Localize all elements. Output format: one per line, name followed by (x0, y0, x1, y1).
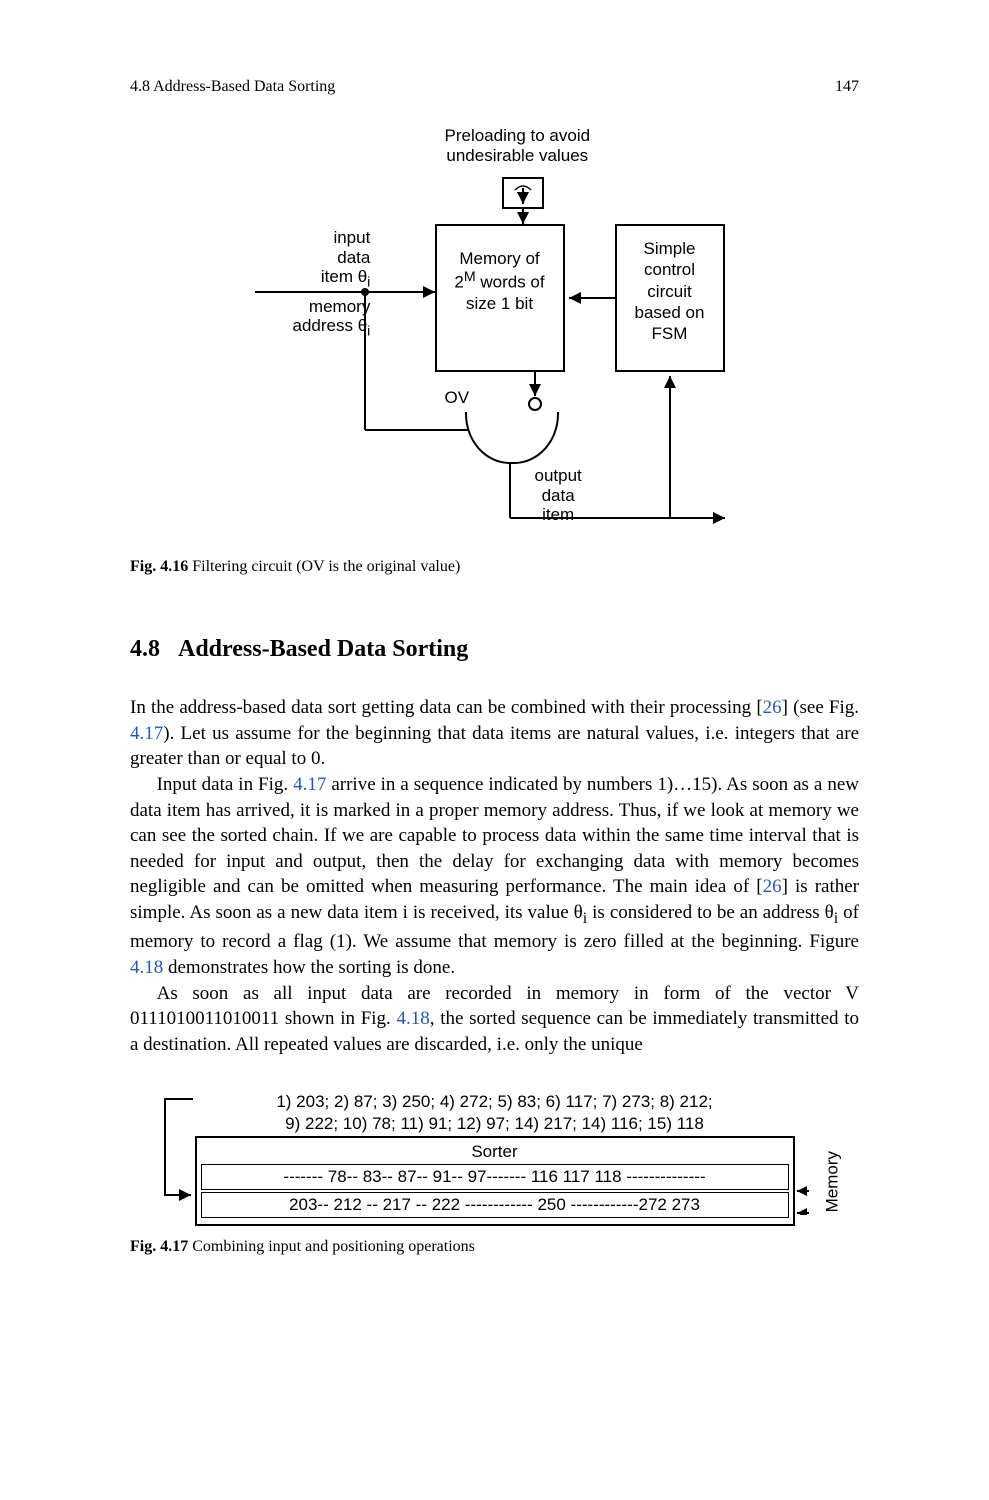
fig417-memory-arrows (795, 1155, 811, 1215)
fig416-input-label-3: item θi (293, 267, 371, 291)
ref-fig-4-18[interactable]: 4.18 (130, 957, 163, 978)
fig416-control-block: Simple control circuit based on FSM (615, 224, 725, 372)
paragraph-3: As soon as all input data are recorded i… (130, 981, 859, 1058)
ref-26[interactable]: 26 (763, 876, 782, 897)
fig416-output-label-2: data (535, 486, 582, 506)
fig416-ov-label: OV (445, 388, 470, 408)
figure-4-17-caption: Fig. 4.17 Combining input and positionin… (130, 1238, 859, 1256)
page-number: 147 (835, 78, 859, 96)
fig417-memory-label: Memory (823, 1151, 843, 1212)
fig417-input-seq-2: 9) 222; 10) 78; 11) 91; 12) 97; 14) 217;… (195, 1113, 795, 1134)
figure-4-17: 1) 203; 2) 87; 3) 250; 4) 272; 5) 83; 6)… (195, 1091, 795, 1226)
fig416-memory-block: Memory of 2M words of size 1 bit (435, 224, 565, 372)
paragraph-1: In the address-based data sort getting d… (130, 695, 859, 772)
running-header: 4.8 Address-Based Data Sorting (130, 78, 335, 96)
fig417-input-seq-1: 1) 203; 2) 87; 3) 250; 4) 272; 5) 83; 6)… (195, 1091, 795, 1112)
fig416-input-label-2: data (293, 248, 371, 268)
section-heading: 4.8 Address-Based Data Sorting (130, 636, 859, 663)
figure-4-16: Preloading to avoid undesirable values (255, 126, 735, 546)
ref-26[interactable]: 26 (763, 697, 782, 718)
figure-4-16-caption: Fig. 4.16 Filtering circuit (OV is the o… (130, 558, 859, 576)
ref-fig-4-18[interactable]: 4.18 (397, 1008, 430, 1029)
fig416-output-label-3: item (535, 505, 582, 525)
fig417-sorter-label: Sorter (201, 1142, 789, 1162)
fig417-sorter-box: Sorter ------- 78-- 83-- 87-- 91-- 97---… (195, 1136, 795, 1226)
fig416-input-label-1: input (293, 228, 371, 248)
fig417-memory-row-2: 203-- 212 -- 217 -- 222 ------------ 250… (201, 1192, 789, 1218)
ref-fig-4-17[interactable]: 4.17 (130, 723, 163, 744)
paragraph-2: Input data in Fig. 4.17 arrive in a sequ… (130, 772, 859, 981)
fig416-input-label-5: address θi (293, 316, 371, 340)
fig416-input-label-4: memory (293, 297, 371, 317)
fig417-memory-row-1: ------- 78-- 83-- 87-- 91-- 97------- 11… (201, 1164, 789, 1190)
fig417-loop-arrow (155, 1095, 195, 1225)
fig416-output-label-1: output (535, 466, 582, 486)
ref-fig-4-17[interactable]: 4.17 (293, 774, 326, 795)
